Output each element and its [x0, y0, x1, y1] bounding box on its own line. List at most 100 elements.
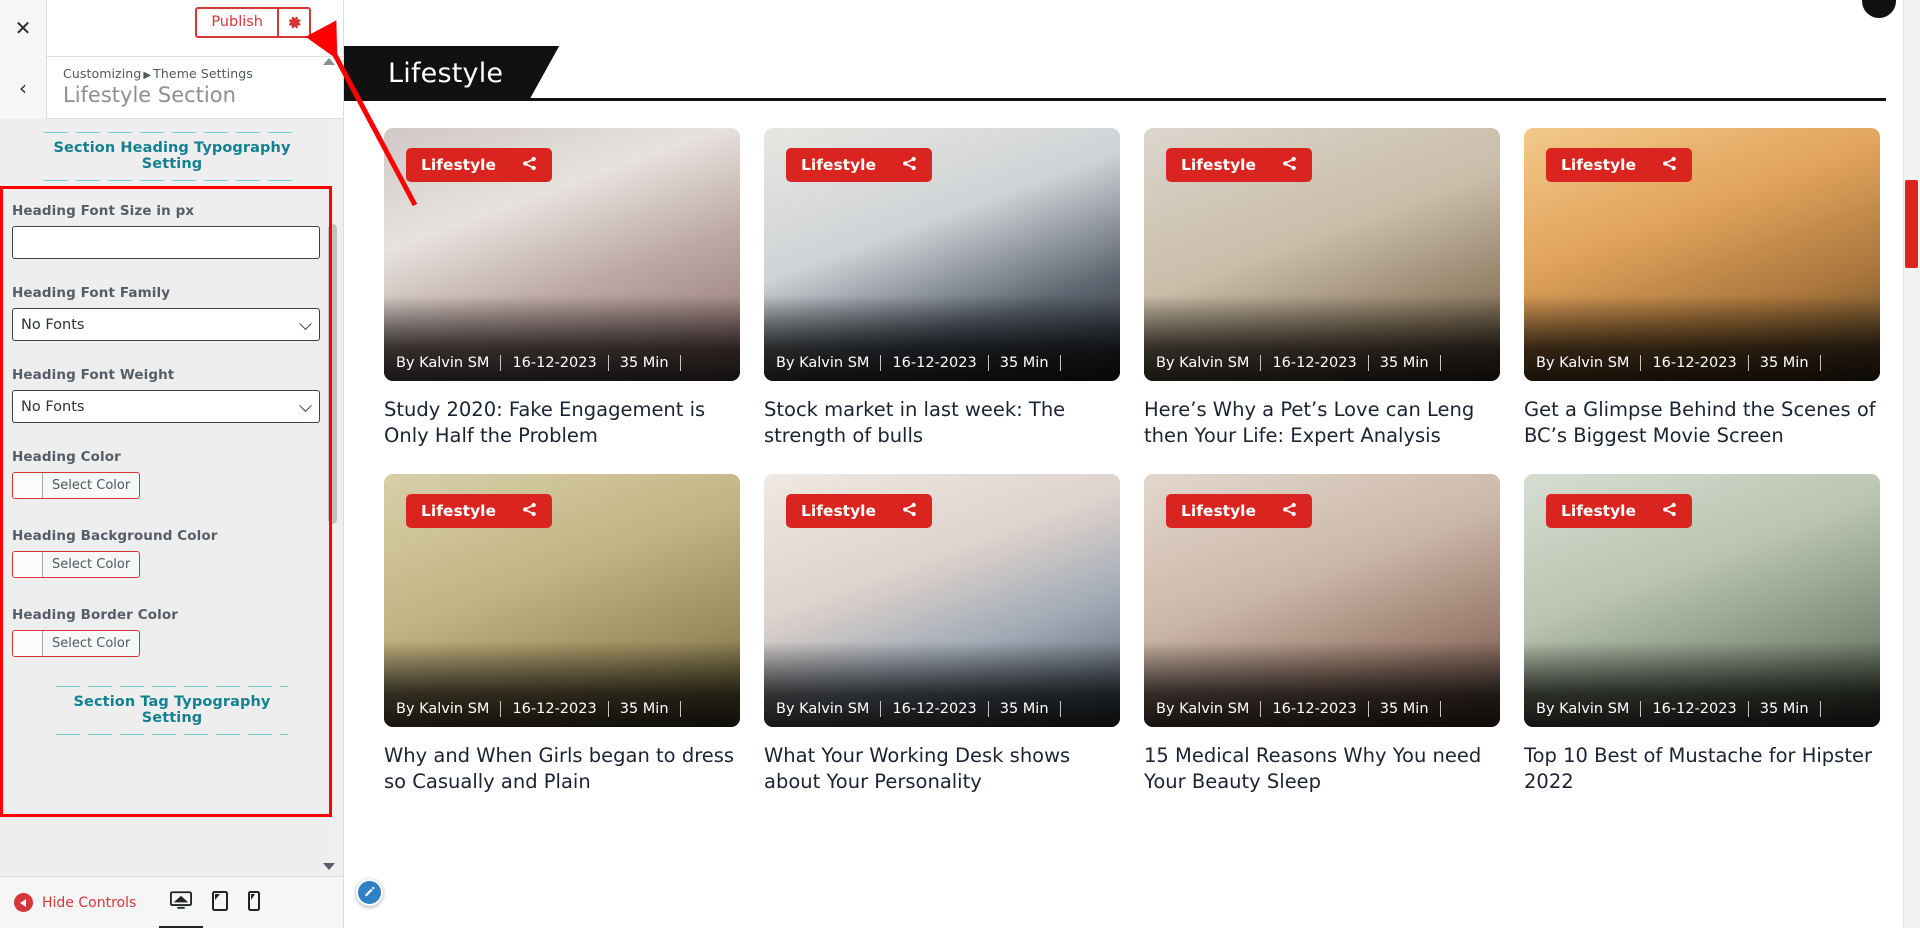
card-meta-items: By Kalvin SM 16-12-2023 35 Min [1536, 701, 1821, 718]
close-icon[interactable]: ✕ [0, 0, 47, 57]
card-meta-bar: By Kalvin SM 16-12-2023 35 Min [764, 295, 1120, 381]
breadcrumb-root[interactable]: Customizing [63, 66, 141, 81]
card-title[interactable]: Why and When Girls began to dress so Cas… [384, 743, 740, 794]
card-media[interactable]: Lifestyle By Kalvin SM 16-12-2023 35 Min [764, 474, 1120, 728]
category-badge-label: Lifestyle [421, 156, 497, 174]
screen: ✕ Publish ‹ Customizing ▶ Theme Settings L… [0, 0, 1920, 928]
category-badge-label: Lifestyle [801, 502, 877, 521]
card-meta-bar: By Kalvin SM 16-12-2023 35 Min [384, 641, 740, 728]
section-tag-typography-label: Section Tag Typography Setting [73, 694, 271, 726]
article-card: Lifestyle By Kalvin SM 16-12-2023 35 Min Why… [384, 474, 740, 794]
site-preview-pane: Lifestyle Lifestyle By Kalvin SM 16-12-202… [344, 0, 1920, 928]
control-label: Heading Background Color [12, 528, 218, 544]
section-heading-typography-label: Section Heading Typography Setting [53, 140, 291, 172]
device-desktop-icon[interactable] [159, 891, 203, 928]
sidebar-scrollbar-thumb[interactable] [328, 224, 337, 524]
share-icon[interactable] [522, 156, 537, 174]
card-read-time: 35 Min [1749, 701, 1821, 718]
card-author: By Kalvin SM [396, 355, 502, 371]
chevron-left-icon[interactable]: ‹ [0, 56, 47, 119]
category-badge[interactable]: Lifestyle [1546, 494, 1693, 529]
card-title[interactable]: Study 2020: Fake Engagement is Only Half… [384, 397, 740, 448]
breadcrumb-separator-icon: ▶ [143, 70, 152, 82]
card-read-time: 35 Min [1369, 701, 1441, 718]
color-picker-label: Select Color [52, 636, 131, 651]
share-icon[interactable] [902, 502, 917, 520]
card-title[interactable]: Get a Glimpse Behind the Scenes of BC’s … [1524, 397, 1880, 448]
card-author: By Kalvin SM [1536, 355, 1642, 371]
card-date: 16-12-2023 [881, 355, 989, 371]
preview-scrollbar-track[interactable] [1903, 0, 1920, 928]
device-mobile-icon[interactable] [248, 890, 260, 915]
control-heading-font-family: Heading Font Family No Fonts [12, 285, 332, 341]
article-card: Lifestyle By Kalvin SM 16-12-2023 35 Min Get… [1524, 128, 1880, 448]
category-badge[interactable]: Lifestyle [786, 494, 933, 529]
card-author: By Kalvin SM [776, 701, 882, 718]
pencil-icon[interactable] [356, 879, 383, 906]
control-label: Heading Border Color [12, 607, 178, 623]
select-value: No Fonts [21, 316, 85, 333]
scroll-up-caret-icon[interactable] [323, 58, 335, 65]
card-title[interactable]: 15 Medical Reasons Why You need Your Bea… [1144, 743, 1500, 794]
control-label: Heading Font Size in px [12, 203, 195, 219]
heading-border-color-picker-button[interactable]: Select Color [12, 630, 141, 657]
control-label: Heading Font Family [12, 285, 171, 301]
card-meta-items: By Kalvin SM 16-12-2023 35 Min [396, 355, 681, 371]
category-badge[interactable]: Lifestyle [406, 494, 553, 529]
section-tag-typography-divider: Section Tag Typography Setting [56, 686, 288, 735]
card-meta-items: By Kalvin SM 16-12-2023 35 Min [776, 701, 1061, 718]
preview-scrollbar-thumb[interactable] [1905, 180, 1918, 268]
card-date: 16-12-2023 [1641, 701, 1749, 718]
scroll-down-caret-icon[interactable] [323, 863, 335, 870]
article-card: Lifestyle By Kalvin SM 16-12-2023 35 Min Top… [1524, 474, 1880, 794]
color-swatch [13, 552, 43, 577]
customizer-topbar: ✕ Publish [0, 0, 343, 57]
publish-group: Publish [195, 7, 311, 38]
share-icon[interactable] [902, 156, 917, 174]
card-media[interactable]: Lifestyle By Kalvin SM 16-12-2023 35 Min [1524, 474, 1880, 728]
heading-font-family-select[interactable]: No Fonts [12, 308, 320, 341]
share-icon[interactable] [1662, 156, 1677, 174]
control-heading-color: Heading Color Select Color [12, 449, 332, 502]
heading-font-size-input[interactable] [12, 226, 320, 259]
card-title[interactable]: Stock market in last week: The strength … [764, 397, 1120, 448]
card-title[interactable]: What Your Working Desk shows about Your … [764, 743, 1120, 794]
card-media[interactable]: Lifestyle By Kalvin SM 16-12-2023 35 Min [1144, 128, 1500, 381]
breadcrumb-parent[interactable]: Theme Settings [153, 66, 253, 81]
heading-background-color-picker-button[interactable]: Select Color [12, 551, 141, 578]
customizer-sidebar: ✕ Publish ‹ Customizing ▶ Theme Settings L… [0, 0, 344, 928]
article-card: Lifestyle By Kalvin SM 16-12-2023 35 Min Wha… [764, 474, 1120, 794]
share-icon[interactable] [1662, 502, 1677, 520]
card-media[interactable]: Lifestyle By Kalvin SM 16-12-2023 35 Min [1144, 474, 1500, 728]
heading-font-weight-select[interactable]: No Fonts [12, 390, 320, 423]
share-icon[interactable] [1282, 156, 1297, 174]
card-media[interactable]: Lifestyle By Kalvin SM 16-12-2023 35 Min [764, 128, 1120, 381]
card-media[interactable]: Lifestyle By Kalvin SM 16-12-2023 35 Min [384, 474, 740, 728]
color-picker-label: Select Color [52, 557, 131, 572]
heading-color-picker-button[interactable]: Select Color [12, 472, 141, 499]
category-badge-label: Lifestyle [1561, 502, 1637, 521]
category-badge-label: Lifestyle [1561, 156, 1637, 174]
card-media[interactable]: Lifestyle By Kalvin SM 16-12-2023 35 Min [384, 128, 740, 381]
card-media[interactable]: Lifestyle By Kalvin SM 16-12-2023 35 Min [1524, 128, 1880, 381]
hide-controls-button[interactable]: Hide Controls [14, 893, 136, 912]
category-badge[interactable]: Lifestyle [1546, 148, 1693, 182]
share-icon[interactable] [1282, 502, 1297, 520]
publish-button[interactable]: Publish [195, 7, 277, 38]
card-meta-bar: By Kalvin SM 16-12-2023 35 Min [764, 641, 1120, 728]
category-badge[interactable]: Lifestyle [406, 148, 553, 182]
card-title[interactable]: Here’s Why a Pet’s Love can Leng then Yo… [1144, 397, 1500, 448]
category-badge-label: Lifestyle [1181, 156, 1257, 174]
gear-icon[interactable] [277, 7, 311, 38]
control-heading-font-size: Heading Font Size in px [12, 203, 332, 259]
card-author: By Kalvin SM [1156, 701, 1262, 718]
category-badge[interactable]: Lifestyle [1166, 148, 1313, 182]
category-badge[interactable]: Lifestyle [1166, 494, 1313, 529]
device-tablet-icon[interactable] [212, 890, 228, 915]
category-badge[interactable]: Lifestyle [786, 148, 933, 182]
share-icon[interactable] [522, 502, 537, 520]
card-title[interactable]: Top 10 Best of Mustache for Hipster 2022 [1524, 743, 1880, 794]
article-card: Lifestyle By Kalvin SM 16-12-2023 35 Min Sto… [764, 128, 1120, 448]
section-header-rule [344, 98, 1886, 101]
card-date: 16-12-2023 [1641, 355, 1749, 371]
